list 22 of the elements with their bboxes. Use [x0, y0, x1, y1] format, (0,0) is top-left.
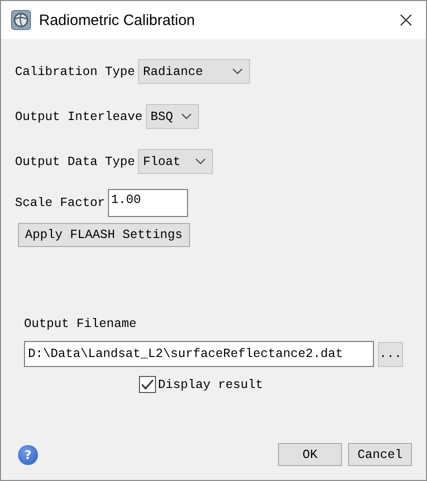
apply-flaash-button[interactable]: Apply FLAASH Settings: [18, 223, 190, 247]
checkbox[interactable]: [139, 376, 156, 393]
dialog-button[interactable]: OK: [278, 443, 342, 466]
field-label: Output Filename: [24, 317, 138, 331]
field-label: Calibration Type: [15, 64, 136, 78]
browse-button[interactable]: ...: [378, 342, 403, 366]
filename-field[interactable]: D:\Data\Landsat_L2\surfaceReflectance2.dat: [24, 341, 374, 367]
field-label: Output Interleave: [15, 110, 143, 124]
chevron-icon: [181, 113, 192, 120]
chevron-icon: [195, 158, 206, 165]
checkbox-label: Display result: [158, 378, 264, 392]
dropdown[interactable]: Radiance: [138, 59, 250, 84]
app-icon: [11, 10, 31, 30]
field-label: Output Data Type: [15, 154, 136, 168]
input-field[interactable]: 1.00: [108, 189, 188, 217]
chevron-icon: [232, 68, 244, 75]
window-title: Radiometric Calibration: [39, 12, 196, 28]
dropdown[interactable]: Float: [138, 149, 214, 174]
close-button[interactable]: ×: [386, 1, 426, 39]
field-label: Scale Factor: [15, 196, 106, 210]
dialog-button[interactable]: Cancel: [348, 443, 412, 466]
dropdown[interactable]: BSQ: [146, 104, 200, 129]
